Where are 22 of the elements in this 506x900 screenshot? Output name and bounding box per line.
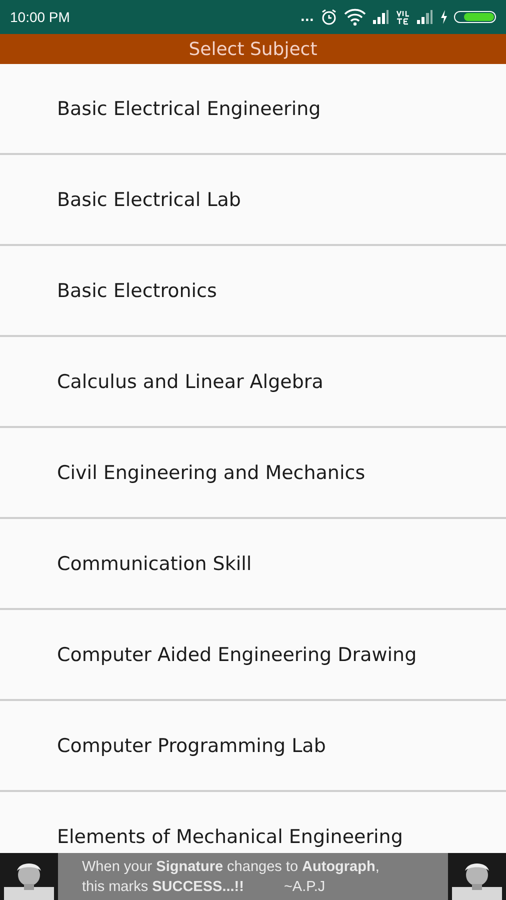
wifi-icon	[344, 8, 366, 26]
alarm-icon	[320, 8, 338, 26]
subject-item[interactable]: Calculus and Linear Algebra	[0, 337, 506, 428]
signal-icon	[372, 9, 390, 25]
signal-icon	[416, 9, 434, 25]
subject-item[interactable]: Basic Electronics	[0, 246, 506, 337]
quote-text: When your Signature changes to Autograph,	[82, 858, 380, 876]
screen-title: Select Subject	[188, 38, 318, 60]
more-notifications: ...	[300, 11, 314, 23]
clock-time: 10:00 PM	[10, 9, 70, 25]
subject-item[interactable]: Elements of Mechanical Engineering	[0, 792, 506, 849]
charging-icon	[440, 10, 448, 24]
battery-icon	[454, 11, 496, 23]
quote-text: this marks SUCCESS...!!	[82, 878, 244, 896]
subject-item[interactable]: Civil Engineering and Mechanics	[0, 428, 506, 519]
volte-icon	[396, 9, 410, 25]
subject-item[interactable]: Communication Skill	[0, 519, 506, 610]
subject-item[interactable]: Computer Programming Lab	[0, 701, 506, 792]
subject-item[interactable]: Basic Electrical Engineering	[0, 64, 506, 155]
subject-item[interactable]: Basic Electrical Lab	[0, 155, 506, 246]
subject-item[interactable]: Computer Aided Engineering Drawing	[0, 610, 506, 701]
quote-author: ~A.P.J	[284, 878, 326, 896]
